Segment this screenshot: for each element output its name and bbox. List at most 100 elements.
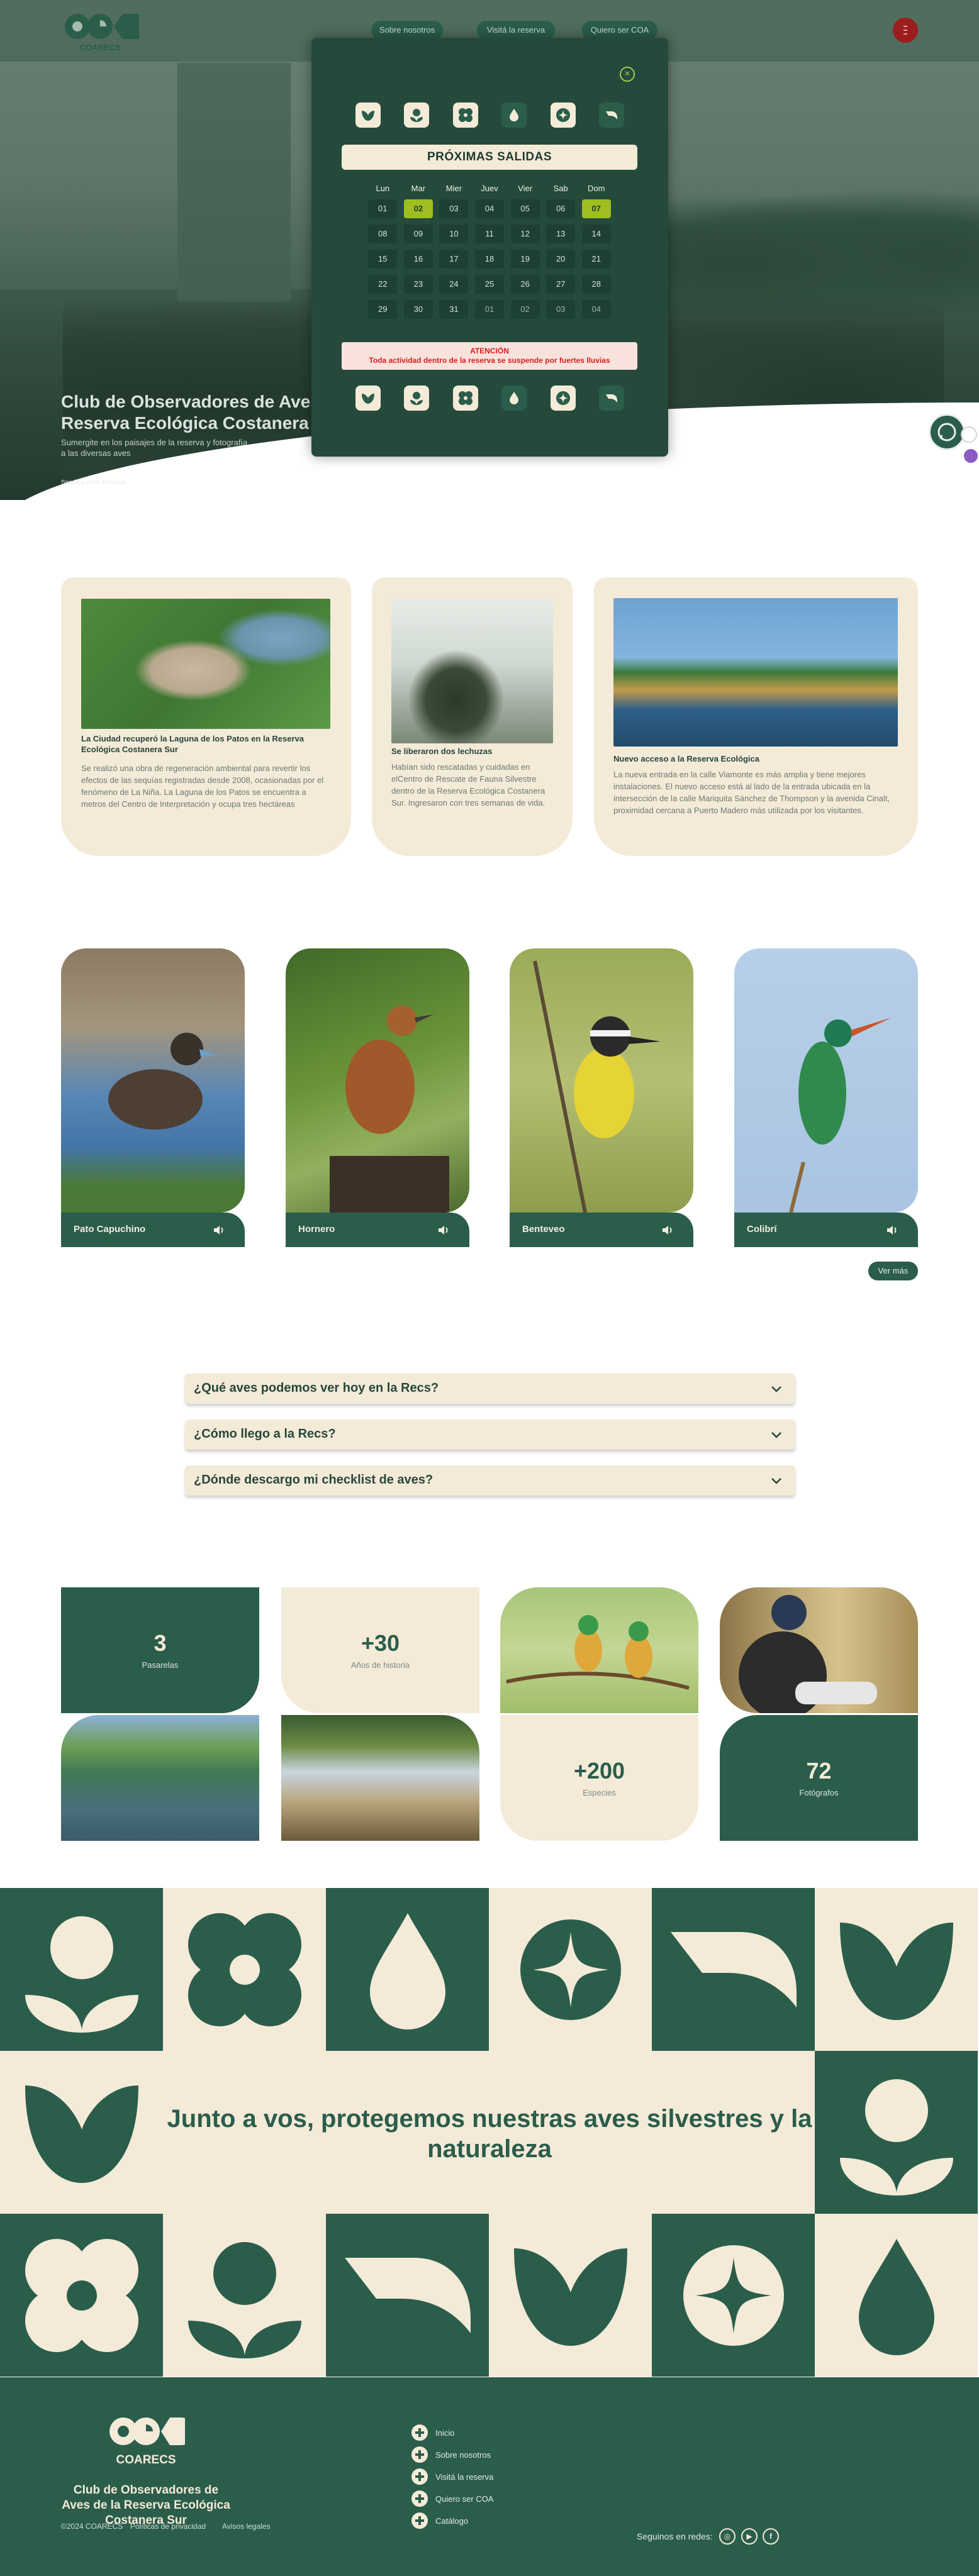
faq-item[interactable]: ¿Cómo llego a la Recs? bbox=[185, 1419, 795, 1450]
drop-icon bbox=[815, 2214, 978, 2377]
alert-title: ATENCIÓN bbox=[470, 347, 509, 355]
coarecs-logo[interactable]: COARECS bbox=[61, 9, 148, 53]
nav-visita-la-reserva[interactable]: Visitá la reserva bbox=[477, 21, 555, 40]
calendar-day[interactable]: 21 bbox=[581, 250, 611, 269]
privacy-link[interactable]: Políticas de privacidad bbox=[130, 2522, 206, 2531]
icon-row-top bbox=[355, 103, 624, 128]
calendar-day[interactable]: 16 bbox=[403, 250, 433, 269]
weekday-label: Juev bbox=[481, 184, 498, 193]
rain-alert: ATENCIÓN Toda actividad dentro de la res… bbox=[342, 342, 637, 370]
footer-link-quiero-ser-coa[interactable]: Quiero ser COA bbox=[411, 2490, 493, 2507]
calendar-day[interactable]: 29 bbox=[368, 300, 398, 319]
footer-link-visita-la-reserva[interactable]: Visitá la reserva bbox=[411, 2468, 493, 2485]
calendar-day[interactable]: 06 bbox=[546, 199, 576, 218]
tagline: Junto a vos, protegemos nuestras aves si… bbox=[167, 2105, 812, 2163]
instagram-icon[interactable]: ◎ bbox=[719, 2528, 736, 2545]
calendar-day[interactable]: 10 bbox=[439, 225, 469, 243]
calendar-day[interactable]: 25 bbox=[475, 275, 505, 294]
footer-link-label: Catálogo bbox=[435, 2516, 469, 2526]
calendar-day[interactable]: 23 bbox=[403, 275, 433, 294]
chevron-down-icon bbox=[771, 1432, 781, 1438]
calendar-day[interactable]: 12 bbox=[510, 225, 540, 243]
leaf-icon bbox=[355, 386, 381, 411]
news-card[interactable]: La Ciudad recuperó la Laguna de los Pato… bbox=[61, 577, 351, 856]
bird-card[interactable]: Colibrí bbox=[734, 948, 918, 1247]
footer-link-inicio[interactable]: Inicio bbox=[411, 2424, 454, 2441]
footer-logo[interactable]: COARECS bbox=[107, 2410, 195, 2473]
faq-item[interactable]: ¿Dónde descargo mi checklist de aves? bbox=[185, 1465, 795, 1496]
news-card[interactable]: Nuevo acceso a la Reserva Ecológica La n… bbox=[594, 577, 918, 856]
calendar-day[interactable]: 31 bbox=[439, 300, 469, 319]
calendar-day[interactable]: 14 bbox=[581, 225, 611, 243]
youtube-icon[interactable]: ▶ bbox=[741, 2528, 758, 2545]
close-icon[interactable]: × bbox=[620, 67, 635, 82]
calendar-day[interactable]: 26 bbox=[510, 275, 540, 294]
news-image bbox=[81, 599, 330, 729]
accessibility-icon[interactable] bbox=[961, 426, 977, 443]
speaker-icon[interactable] bbox=[885, 1223, 899, 1237]
stat-value: 72 bbox=[806, 1758, 832, 1784]
calendar-day[interactable]: 03 bbox=[439, 199, 469, 218]
facebook-icon[interactable]: f bbox=[763, 2528, 779, 2545]
legal-link[interactable]: Avisos legales bbox=[222, 2522, 271, 2531]
calendar-day[interactable]: 09 bbox=[403, 225, 433, 243]
stat-tile: +200 Especies bbox=[500, 1715, 698, 1841]
calendar-day[interactable]: 08 bbox=[368, 225, 398, 243]
calendar-week: 15 16 17 18 19 20 21 bbox=[365, 247, 614, 272]
bird-name: Colibrí bbox=[747, 1224, 777, 1235]
calendar-day[interactable]: 13 bbox=[546, 225, 576, 243]
calendar-day[interactable]: 07 bbox=[581, 199, 611, 218]
calendar-day[interactable]: 22 bbox=[368, 275, 398, 294]
calendar-day[interactable]: 24 bbox=[439, 275, 469, 294]
star-circle-icon bbox=[550, 386, 576, 411]
bird-card[interactable]: Benteveo bbox=[510, 948, 693, 1247]
bird-card[interactable]: Pato Capuchino bbox=[61, 948, 245, 1247]
calendar-day[interactable]: 05 bbox=[510, 199, 540, 218]
calendar-day[interactable]: 02 bbox=[510, 300, 540, 319]
nav-sobre-nosotros[interactable]: Sobre nosotros bbox=[371, 21, 443, 40]
calendar-week: 22 23 24 25 26 27 28 bbox=[365, 272, 614, 297]
news-title: La Ciudad recuperó la Laguna de los Pato… bbox=[81, 734, 305, 754]
calendar-day[interactable]: 17 bbox=[439, 250, 469, 269]
calendar-day[interactable]: 30 bbox=[403, 300, 433, 319]
chat-icon[interactable] bbox=[963, 448, 979, 464]
clover-icon bbox=[0, 2214, 163, 2377]
calendar-day[interactable]: 03 bbox=[546, 300, 576, 319]
faq-item[interactable]: ¿Qué aves podemos ver hoy en la Recs? bbox=[185, 1374, 795, 1404]
bird-card[interactable]: Hornero bbox=[286, 948, 469, 1247]
calendar-day[interactable]: 15 bbox=[368, 250, 398, 269]
news-text: Se realizó una obra de regeneración ambi… bbox=[81, 763, 324, 809]
calendar-title: PRÓXIMAS SALIDAS bbox=[342, 145, 637, 170]
speaker-icon[interactable] bbox=[212, 1223, 226, 1237]
news-image bbox=[613, 598, 898, 747]
footer-link-sobre-nosotros[interactable]: Sobre nosotros bbox=[411, 2446, 491, 2463]
ver-mas-button[interactable]: Ver más bbox=[868, 1262, 918, 1280]
calendar-day[interactable]: 20 bbox=[546, 250, 576, 269]
calendar-day[interactable]: 28 bbox=[581, 275, 611, 294]
bird-photo bbox=[510, 948, 693, 1213]
alert-text: Toda actividad dentro de la reserva se s… bbox=[369, 356, 610, 365]
calendar-day[interactable]: 11 bbox=[475, 225, 505, 243]
wing-icon bbox=[326, 2214, 489, 2377]
footer-link-catalogo[interactable]: Catálogo bbox=[411, 2512, 468, 2529]
calendar-week: 29 30 31 01 02 03 04 bbox=[365, 297, 614, 322]
calendar-day[interactable]: 27 bbox=[546, 275, 576, 294]
calendar-day[interactable]: 01 bbox=[475, 300, 505, 319]
calendar-day[interactable]: 19 bbox=[510, 250, 540, 269]
bird-name: Benteveo bbox=[522, 1224, 565, 1235]
nav-quiero-ser-coa[interactable]: Quiero ser COA bbox=[582, 21, 657, 40]
calendar-day[interactable]: 02 bbox=[403, 199, 433, 218]
speaker-icon[interactable] bbox=[661, 1223, 674, 1237]
calendar-weekdays: Lun Mar Mier Juev Vier Sab Dom bbox=[365, 181, 614, 196]
speaker-icon[interactable] bbox=[437, 1223, 450, 1237]
news-card[interactable]: Se liberaron dos lechuzas Habían sido re… bbox=[372, 577, 573, 856]
calendar-day[interactable]: 04 bbox=[475, 199, 505, 218]
menu-icon[interactable] bbox=[893, 18, 918, 43]
faq-question: ¿Cómo llego a la Recs? bbox=[194, 1427, 336, 1441]
whatsapp-icon[interactable] bbox=[929, 414, 965, 450]
calendar-day[interactable]: 01 bbox=[368, 199, 398, 218]
calendar-day[interactable]: 04 bbox=[581, 300, 611, 319]
plus-icon bbox=[411, 2512, 428, 2529]
footer-link-label: Visitá la reserva bbox=[435, 2472, 494, 2482]
calendar-day[interactable]: 18 bbox=[475, 250, 505, 269]
